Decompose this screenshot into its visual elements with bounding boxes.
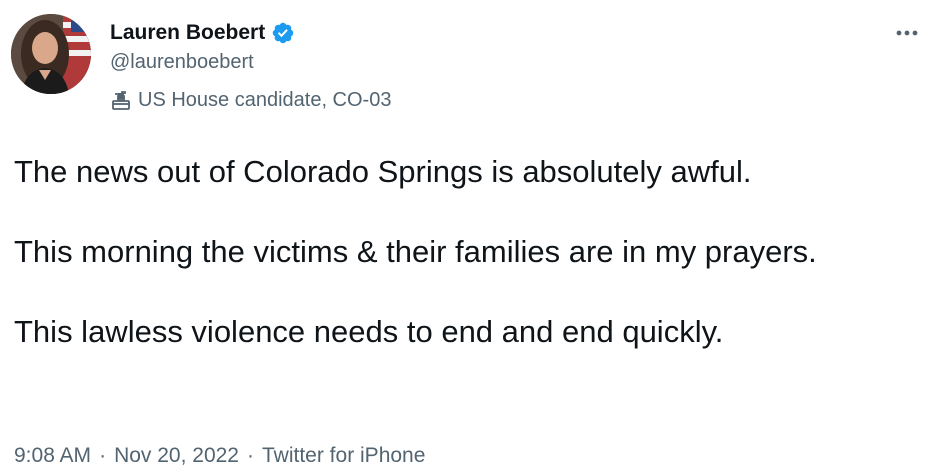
author-display-name[interactable]: Lauren Boebert	[110, 21, 265, 45]
more-options-button[interactable]	[890, 18, 924, 48]
tweet-paragraph: This morning the victims & their familie…	[14, 234, 817, 269]
tweet-card: Lauren Boebert @laurenboebert US House c…	[0, 0, 952, 474]
meta-separator: ·	[247, 444, 254, 467]
tweet-source[interactable]: Twitter for iPhone	[262, 444, 425, 468]
tweet-date[interactable]: Nov 20, 2022	[114, 444, 239, 468]
avatar[interactable]	[11, 14, 91, 94]
meta-separator: ·	[99, 444, 107, 467]
affiliation-label: US House candidate, CO-03	[110, 89, 391, 112]
tweet-paragraph: This lawless violence needs to end and e…	[14, 314, 724, 349]
author-name-row: Lauren Boebert	[110, 18, 295, 48]
ballot-box-icon	[110, 90, 132, 112]
verified-badge-icon	[271, 21, 295, 45]
more-dots-icon	[896, 30, 918, 36]
tweet-paragraph: The news out of Colorado Springs is abso…	[14, 154, 752, 189]
tweet-metadata: 9:08 AM · Nov 20, 2022 · Twitter for iPh…	[14, 444, 425, 468]
tweet-text: The news out of Colorado Springs is abso…	[14, 152, 934, 352]
author-handle[interactable]: @laurenboebert	[110, 51, 254, 74]
tweet-time[interactable]: 9:08 AM	[14, 444, 91, 468]
avatar-image	[11, 14, 91, 94]
affiliation-text: US House candidate, CO-03	[138, 89, 392, 111]
